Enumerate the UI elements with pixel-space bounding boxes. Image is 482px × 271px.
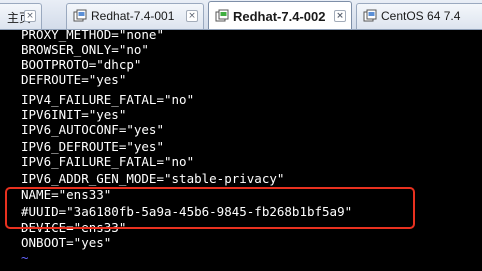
config-line: IPV6_DEFROUTE="yes" [21,139,164,154]
close-icon[interactable]: × [334,10,346,22]
tab-label: Redhat-7.4-002 [233,9,326,24]
config-line: IPV6INIT="yes" [21,107,127,122]
tab-bar: 主页 × Redhat-7.4-001 × Redhat-7.4-002 × C… [0,0,482,30]
tab-redhat-002[interactable]: Redhat-7.4-002 × [208,1,352,29]
empty-line-tilde: ~ [21,265,29,271]
config-line: BROWSER_ONLY="no" [21,42,149,57]
tab-label: CentOS 64 7.4 [381,9,461,23]
tab-redhat-001[interactable]: Redhat-7.4-001 × [66,3,204,29]
tab-centos[interactable]: CentOS 64 7.4 [356,3,482,29]
tab-home[interactable]: 主页 × [0,3,42,29]
config-line: IPV4_FAILURE_FATAL="no" [21,92,195,107]
config-line: IPV6_ADDR_GEN_MODE="stable-privacy" [21,171,285,186]
config-line-onboot: ONBOOT="yes" [21,235,112,250]
config-line: DEFROUTE="yes" [21,72,127,87]
config-line: IPV6_FAILURE_FATAL="no" [21,154,195,169]
close-icon[interactable]: × [24,10,36,22]
vmware-window: 主页 × Redhat-7.4-001 × Redhat-7.4-002 × C… [0,0,482,271]
vm-icon [363,9,377,22]
config-line: PROXY_METHOD="none" [21,30,164,42]
config-line: IPV6_AUTOCONF="yes" [21,122,164,137]
config-line: BOOTPROTO="dhcp" [21,57,142,72]
highlight-annotation-box [5,187,415,229]
vm-console[interactable]: PROXY_METHOD="none" BROWSER_ONLY="no" BO… [0,30,482,271]
vm-icon [215,9,229,22]
empty-line-tilde: ~ [21,250,29,265]
tab-label: Redhat-7.4-001 [91,9,175,23]
vm-icon [73,9,87,22]
close-icon[interactable]: × [186,10,198,22]
